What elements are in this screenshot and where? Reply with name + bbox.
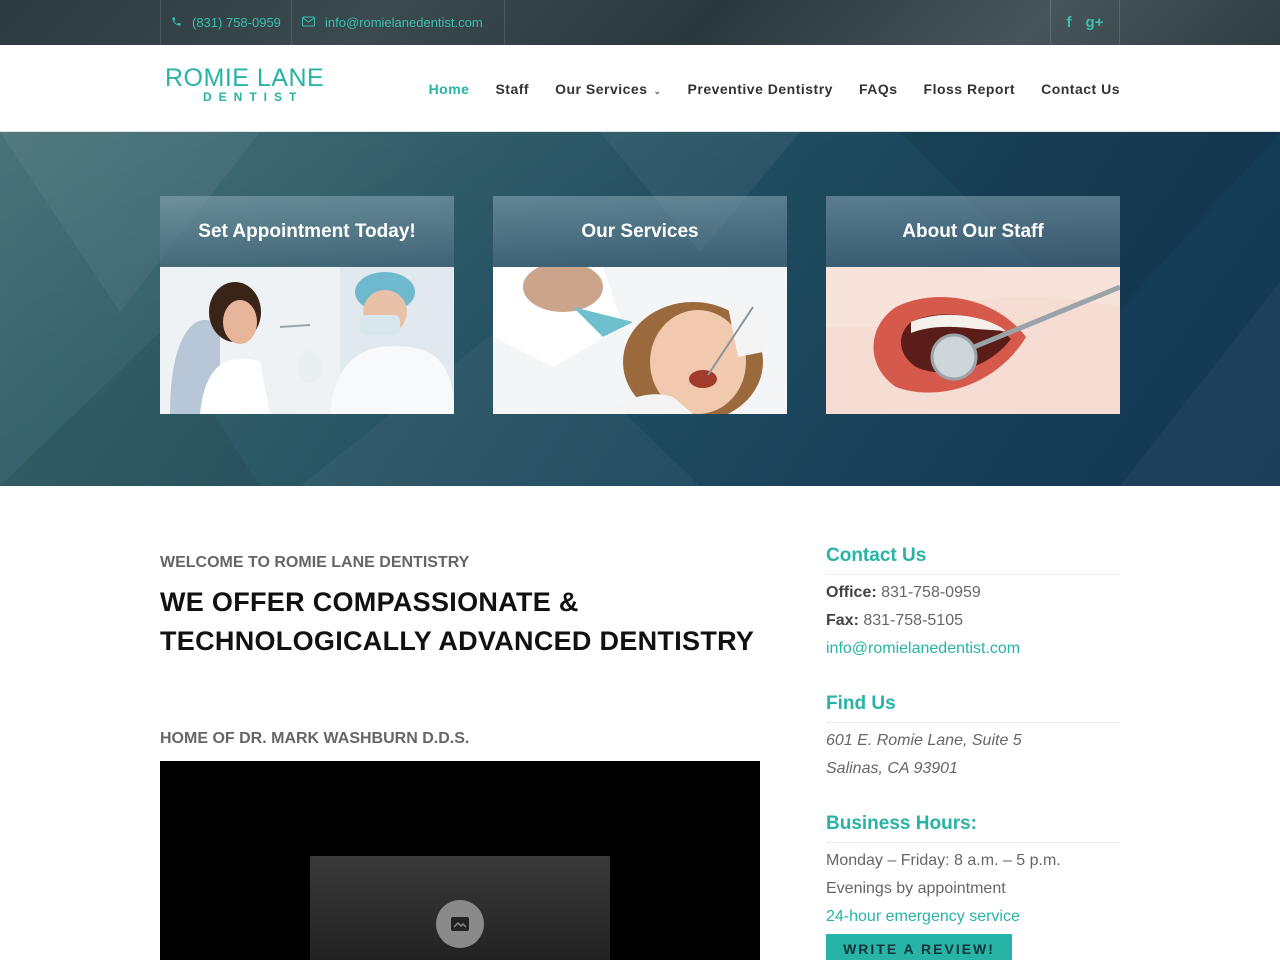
main-nav: Home Staff Our Services ⌄ Preventive Dent…	[403, 45, 1120, 132]
video-thumbnail	[310, 856, 610, 960]
chevron-down-icon: ⌄	[653, 85, 662, 96]
fax-line: Fax: 831-758-5105	[826, 607, 1120, 635]
sidebar-contact: Contact Us Office: 831-758-0959 Fax: 831…	[826, 545, 1120, 663]
home-of-heading: HOME OF DR. MARK WASHBURN D.D.S.	[160, 730, 470, 747]
email-text: info@romielanedentist.com	[325, 15, 483, 30]
top-phone[interactable]: (831) 758-0959	[160, 0, 291, 45]
office-label: Office:	[826, 584, 877, 601]
sidebar-business-hours: Business Hours: Monday – Friday: 8 a.m. …	[826, 813, 1120, 931]
mouth-mirror-image	[826, 267, 1120, 414]
address-line-1: 601 E. Romie Lane, Suite 5	[826, 732, 1022, 749]
nav-our-services[interactable]: Our Services ⌄	[555, 81, 661, 97]
hero-section: Set Appointment Today! Our Services Abou…	[0, 132, 1280, 486]
play-icon[interactable]	[436, 900, 484, 948]
dentist-patient-image	[160, 267, 454, 414]
card-title: Set Appointment Today!	[160, 196, 454, 267]
hours-weekday: Monday – Friday: 8 a.m. – 5 p.m.	[826, 852, 1061, 869]
smiling-patient-image	[493, 267, 787, 414]
phone-icon	[171, 15, 182, 30]
video-player[interactable]	[160, 761, 760, 960]
card-set-appointment[interactable]: Set Appointment Today!	[160, 196, 454, 414]
contact-email-link[interactable]: info@romielanedentist.com	[826, 635, 1120, 663]
card-title: About Our Staff	[826, 196, 1120, 267]
hours-evenings: Evenings by appointment	[826, 880, 1006, 897]
intro-title: WE OFFER COMPASSIONATE & TECHNOLOGICALLY…	[160, 587, 755, 656]
nav-contact-us[interactable]: Contact Us	[1041, 81, 1120, 97]
sidebar-find-us: Find Us 601 E. Romie Lane, Suite 5 Salin…	[826, 693, 1120, 783]
social-links: f g+	[1050, 0, 1120, 45]
google-plus-icon[interactable]: g+	[1086, 14, 1104, 31]
nav-floss-report[interactable]: Floss Report	[924, 81, 1016, 97]
address-line-2: Salinas, CA 93901	[826, 760, 958, 777]
nav-preventive-dentistry[interactable]: Preventive Dentistry	[688, 81, 833, 97]
nav-home[interactable]: Home	[429, 81, 470, 97]
site-header: ROMIE LANE DENTIST Home Staff Our Servic…	[0, 45, 1280, 132]
logo[interactable]: ROMIE LANE DENTIST	[165, 65, 335, 107]
find-us-heading: Find Us	[826, 693, 1120, 723]
intro-kicker: WELCOME TO ROMIE LANE DENTISTRY	[160, 554, 470, 571]
card-title: Our Services	[493, 196, 787, 267]
write-review-button[interactable]: WRITE A REVIEW!	[826, 934, 1012, 960]
business-hours-heading: Business Hours:	[826, 813, 1120, 843]
nav-staff[interactable]: Staff	[495, 81, 529, 97]
nav-faqs[interactable]: FAQs	[859, 81, 898, 97]
card-about-our-staff[interactable]: About Our Staff	[826, 196, 1120, 414]
phone-text: (831) 758-0959	[192, 15, 281, 30]
nav-our-services-label: Our Services	[555, 80, 648, 97]
envelope-icon	[302, 15, 315, 30]
emergency-service-link[interactable]: 24-hour emergency service	[826, 903, 1120, 931]
facebook-icon[interactable]: f	[1067, 14, 1072, 31]
fax-number: 831-758-5105	[863, 612, 963, 629]
office-line: Office: 831-758-0959	[826, 579, 1120, 607]
logo-main: ROMIE LANE	[165, 64, 325, 92]
office-phone: 831-758-0959	[881, 584, 981, 601]
contact-heading: Contact Us	[826, 545, 1120, 575]
fax-label: Fax:	[826, 612, 859, 629]
top-email[interactable]: info@romielanedentist.com	[291, 0, 505, 45]
card-our-services[interactable]: Our Services	[493, 196, 787, 414]
logo-sub: DENTIST	[203, 90, 304, 104]
top-bar: (831) 758-0959 info@romielanedentist.com…	[0, 0, 1280, 45]
